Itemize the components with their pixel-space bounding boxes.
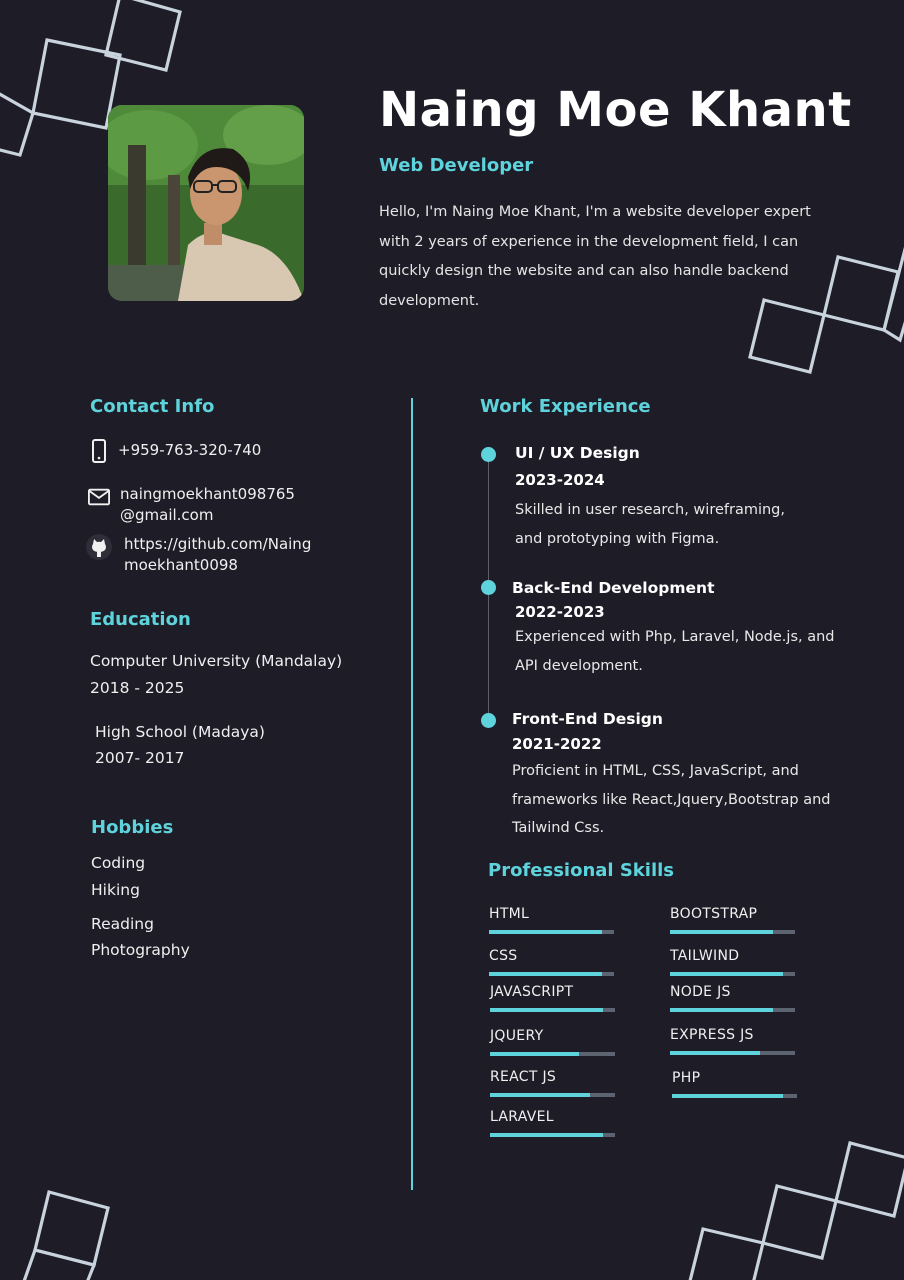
hobby-item: Coding (91, 854, 146, 872)
education-school: Computer University (Mandalay) (90, 652, 343, 670)
skill-item: PHP (672, 1070, 797, 1098)
github-link[interactable]: https://github.com/Naingmoekhant0098 (124, 534, 324, 576)
github-icon (86, 534, 112, 560)
skill-label: JAVASCRIPT (490, 984, 574, 1000)
education-school: High School (Madaya) (95, 723, 265, 741)
column-divider (411, 398, 413, 1190)
education-years: 2007- 2017 (95, 749, 185, 767)
timeline-dot (481, 713, 496, 728)
skill-item: CSS (489, 948, 614, 976)
email-address[interactable]: naingmoekhant098765@gmail.com (120, 484, 300, 526)
skill-bar (670, 930, 795, 934)
professional-skills-heading: Professional Skills (488, 860, 674, 881)
phone-number[interactable]: +959-763-320-740 (118, 440, 328, 461)
hobby-item: Hiking (91, 881, 140, 899)
skill-bar (490, 1008, 615, 1012)
phone-icon (88, 439, 110, 463)
skill-bar (490, 1093, 615, 1097)
intro-paragraph: Hello, I'm Naing Moe Khant, I'm a websit… (379, 204, 811, 309)
skill-bar (670, 1051, 795, 1055)
skill-label: PHP (672, 1070, 701, 1086)
contact-info-heading: Contact Info (90, 396, 215, 417)
skill-label: NODE JS (670, 984, 731, 1000)
skill-bar-fill (672, 1094, 784, 1098)
job-title: Front-End Design (512, 710, 663, 728)
skill-bar-fill (490, 1052, 579, 1056)
skill-label: CSS (489, 948, 518, 964)
job-title-role: Web Developer (379, 155, 534, 176)
skill-item: BOOTSTRAP (670, 906, 795, 934)
skill-item: JQUERY (490, 1028, 615, 1056)
hobbies-heading: Hobbies (91, 817, 174, 838)
candidate-name: Naing Moe Khant (379, 82, 852, 138)
hobby-item: Photography (91, 941, 190, 959)
skill-bar-fill (490, 1008, 603, 1012)
hobby-item: Reading (91, 915, 154, 933)
job-years: 2021-2022 (512, 735, 602, 753)
skill-bar (489, 972, 614, 976)
skill-bar (490, 1133, 615, 1137)
job-description: Proficient in HTML, CSS, JavaScript, and… (512, 763, 831, 836)
skill-bar (672, 1094, 797, 1098)
profile-photo (108, 105, 304, 301)
skill-item: REACT JS (490, 1069, 615, 1097)
skill-bar-fill (490, 1093, 590, 1097)
job-title: Back-End Development (512, 579, 715, 597)
skill-label: LARAVEL (490, 1109, 554, 1125)
timeline-dot (481, 580, 496, 595)
timeline-dot (481, 447, 496, 462)
skill-item: TAILWIND (670, 948, 795, 976)
skill-bar-fill (489, 930, 602, 934)
contact-phone: +959-763-320-740 (88, 439, 328, 463)
skill-bar-fill (670, 1008, 773, 1012)
skill-bar-fill (670, 972, 783, 976)
skill-item: HTML (489, 906, 614, 934)
contact-github: https://github.com/Naingmoekhant0098 (86, 534, 324, 576)
job-years: 2022-2023 (515, 603, 605, 621)
skill-label: REACT JS (490, 1069, 557, 1085)
skill-label: EXPRESS JS (670, 1027, 754, 1043)
skill-bar-fill (490, 1133, 603, 1137)
job-title: UI / UX Design (515, 444, 640, 462)
skill-label: JQUERY (490, 1028, 544, 1044)
skill-bar-fill (489, 972, 602, 976)
skill-label: HTML (489, 906, 530, 922)
education-years: 2018 - 2025 (90, 679, 185, 697)
skill-item: NODE JS (670, 984, 795, 1012)
email-icon (88, 486, 110, 508)
skill-bar-fill (670, 1051, 760, 1055)
skill-bar-fill (670, 930, 773, 934)
work-experience-heading: Work Experience (480, 396, 651, 417)
job-years: 2023-2024 (515, 471, 605, 489)
skill-bar (489, 930, 614, 934)
skill-bar (670, 972, 795, 976)
skill-item: JAVASCRIPT (490, 984, 615, 1012)
job-description: Experienced with Php, Laravel, Node.js, … (515, 629, 835, 674)
job-description: Skilled in user research, wireframing, a… (515, 502, 785, 547)
skill-bar (670, 1008, 795, 1012)
skill-bar (490, 1052, 615, 1056)
contact-email: naingmoekhant098765@gmail.com (88, 484, 300, 526)
skill-label: TAILWIND (670, 948, 740, 964)
skill-item: LARAVEL (490, 1109, 615, 1137)
skill-label: BOOTSTRAP (670, 906, 758, 922)
education-heading: Education (90, 609, 191, 630)
skill-item: EXPRESS JS (670, 1027, 795, 1055)
